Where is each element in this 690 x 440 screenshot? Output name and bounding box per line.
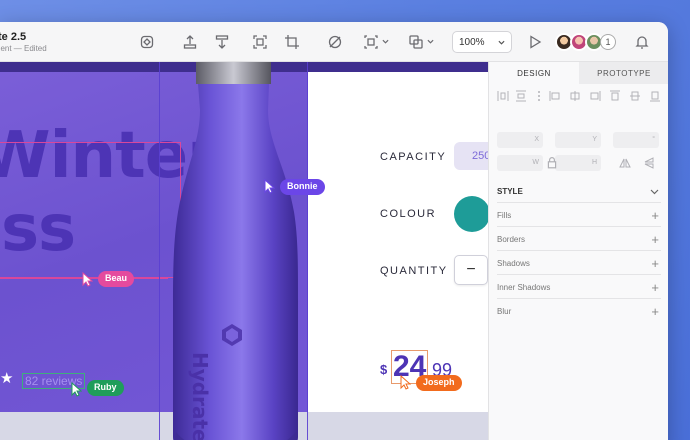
style-section-title: STYLE (497, 187, 523, 196)
price-currency: $ (380, 362, 388, 377)
flip-horizontal-icon[interactable] (619, 157, 631, 169)
align-middle-icon[interactable] (629, 90, 641, 102)
inner-shadows-section[interactable]: Inner Shadows + (497, 275, 661, 299)
star-icon: ★ (0, 370, 14, 387)
colour-swatch[interactable] (454, 196, 490, 232)
distribute-horizontal-icon[interactable] (497, 90, 509, 102)
layout-guide-left (159, 62, 160, 440)
selection-box (0, 142, 181, 278)
hide-icon[interactable] (327, 34, 343, 50)
quantity-decrement-button[interactable]: − (454, 255, 488, 285)
frame-icon[interactable] (252, 34, 268, 50)
cursor-icon (82, 272, 93, 287)
borders-label: Borders (497, 235, 526, 244)
add-border-icon[interactable]: + (651, 232, 659, 247)
borders-section[interactable]: Borders + (497, 227, 661, 251)
align-top-icon[interactable] (609, 90, 621, 102)
zoom-value: 100% (459, 37, 485, 48)
flip-vertical-icon[interactable] (643, 157, 655, 169)
layout-icon[interactable] (363, 34, 379, 50)
cursor-icon (400, 375, 411, 390)
capacity-label: CAPACITY (380, 151, 447, 163)
quantity-label: QUANTITY (380, 265, 448, 277)
canvas[interactable]: Winter iss (0, 62, 494, 440)
distribute-vertical-icon[interactable] (515, 90, 527, 102)
more-icon[interactable] (533, 90, 545, 102)
chevron-down-icon[interactable] (650, 187, 659, 196)
align-right-icon[interactable] (589, 90, 601, 102)
y-field[interactable]: Y (555, 132, 601, 148)
tab-design[interactable]: DESIGN (489, 62, 579, 84)
document-title: te 2.5 (0, 31, 27, 43)
shadows-section[interactable]: Shadows + (497, 251, 661, 275)
blur-label: Blur (497, 307, 512, 316)
boolean-caret-icon[interactable] (427, 38, 434, 45)
add-inner-shadow-icon[interactable]: + (651, 280, 659, 295)
x-field[interactable]: X (497, 132, 543, 148)
add-shadow-icon[interactable]: + (651, 256, 659, 271)
inspector-panel: DESIGN PROTOTYPE X Y ° W H STYLE Fills +… (488, 62, 668, 440)
cursor-label-beau: Beau (98, 271, 135, 287)
rotation-field[interactable]: ° (613, 132, 659, 148)
play-icon[interactable] (527, 34, 543, 50)
arrange-icon[interactable] (214, 34, 230, 50)
document-status: nent — Edited (0, 44, 47, 53)
chevron-down-icon (498, 39, 505, 46)
bell-icon[interactable] (634, 34, 650, 50)
blur-section[interactable]: Blur + (497, 299, 661, 323)
lock-icon[interactable] (546, 157, 557, 169)
tab-prototype[interactable]: PROTOTYPE (579, 62, 668, 84)
alignment-toolbar (495, 90, 665, 104)
app-window: te 2.5 nent — Edited 100% 1 Winter ss Hy… (0, 22, 668, 440)
layout-caret-icon[interactable] (382, 38, 389, 45)
shadows-label: Shadows (497, 259, 530, 268)
cursor-label-ruby: Ruby (87, 380, 124, 396)
fills-label: Fills (497, 211, 512, 220)
cursor-label-bonnie: Bonnie (280, 179, 325, 195)
inner-shadows-label: Inner Shadows (497, 283, 551, 292)
cursor-icon (71, 382, 82, 397)
cursor-label-joseph: Joseph (416, 375, 462, 391)
collaborators-count[interactable]: 1 (600, 34, 616, 50)
toolbar: te 2.5 nent — Edited 100% 1 (0, 22, 668, 62)
crop-icon[interactable] (284, 34, 300, 50)
brand-wordmark: Hydrate (188, 352, 212, 440)
align-center-icon[interactable] (569, 90, 581, 102)
zoom-select[interactable]: 100% (452, 31, 512, 53)
symbol-icon[interactable] (139, 34, 155, 50)
insert-icon[interactable] (182, 34, 198, 50)
brand-logo-icon (222, 324, 242, 346)
add-blur-icon[interactable]: + (651, 304, 659, 319)
layout-guide-right (307, 62, 308, 440)
colour-label: COLOUR (380, 208, 437, 220)
boolean-icon[interactable] (408, 34, 424, 50)
width-field[interactable]: W (497, 155, 543, 171)
style-section[interactable]: STYLE (497, 179, 661, 203)
align-bottom-icon[interactable] (649, 90, 661, 102)
add-fill-icon[interactable]: + (651, 208, 659, 223)
fills-section[interactable]: Fills + (497, 203, 661, 227)
cursor-icon (264, 179, 275, 194)
height-field[interactable]: H (555, 155, 601, 171)
align-left-icon[interactable] (549, 90, 561, 102)
